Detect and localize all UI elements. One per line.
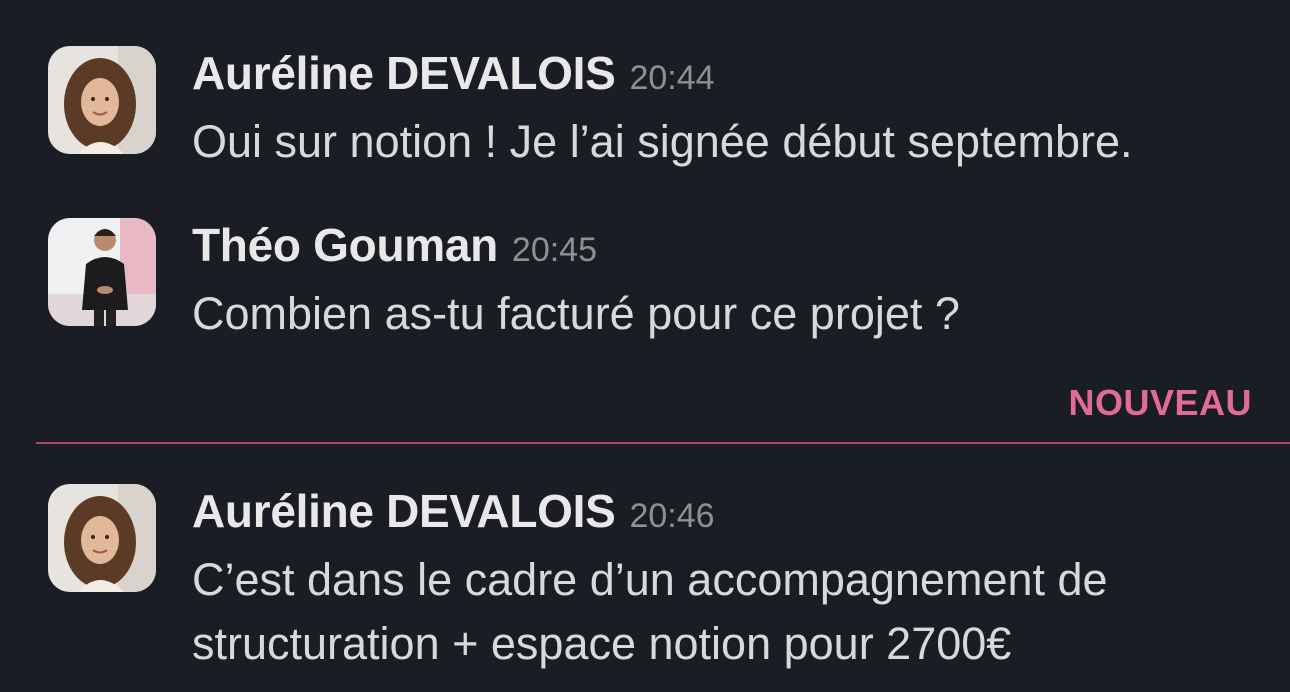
new-messages-label: NOUVEAU — [1068, 382, 1252, 423]
timestamp[interactable]: 20:46 — [629, 497, 714, 536]
timestamp[interactable]: 20:45 — [512, 231, 597, 270]
author-name[interactable]: Auréline DEVALOIS — [192, 46, 616, 100]
timestamp[interactable]: 20:44 — [629, 59, 714, 98]
avatar[interactable] — [48, 46, 156, 154]
woman-curly-hair-icon — [48, 484, 156, 592]
avatar[interactable] — [48, 218, 156, 326]
message-text: Combien as-tu facturé pour ce projet ? — [192, 288, 960, 339]
man-black-sweater-icon — [48, 218, 156, 326]
message-item[interactable]: Auréline DEVALOIS 20:44 Oui sur notion !… — [0, 46, 1290, 167]
message-item[interactable]: Théo Gouman 20:45 Combien as-tu facturé … — [0, 218, 1290, 339]
message-header: Auréline DEVALOIS 20:44 — [192, 46, 715, 106]
avatar[interactable] — [48, 484, 156, 592]
message-text: C’est dans le cadre d’un accompagnement … — [192, 554, 1108, 669]
author-name[interactable]: Théo Gouman — [192, 218, 498, 272]
message-header: Auréline DEVALOIS 20:46 — [192, 484, 715, 544]
author-name[interactable]: Auréline DEVALOIS — [192, 484, 616, 538]
new-messages-divider — [36, 442, 1290, 444]
message-header: Théo Gouman 20:45 — [192, 218, 597, 278]
message-item[interactable]: Auréline DEVALOIS 20:46 C’est dans le ca… — [0, 484, 1290, 684]
message-text: Oui sur notion ! Je l’ai signée début se… — [192, 116, 1133, 167]
woman-curly-hair-icon — [48, 46, 156, 154]
